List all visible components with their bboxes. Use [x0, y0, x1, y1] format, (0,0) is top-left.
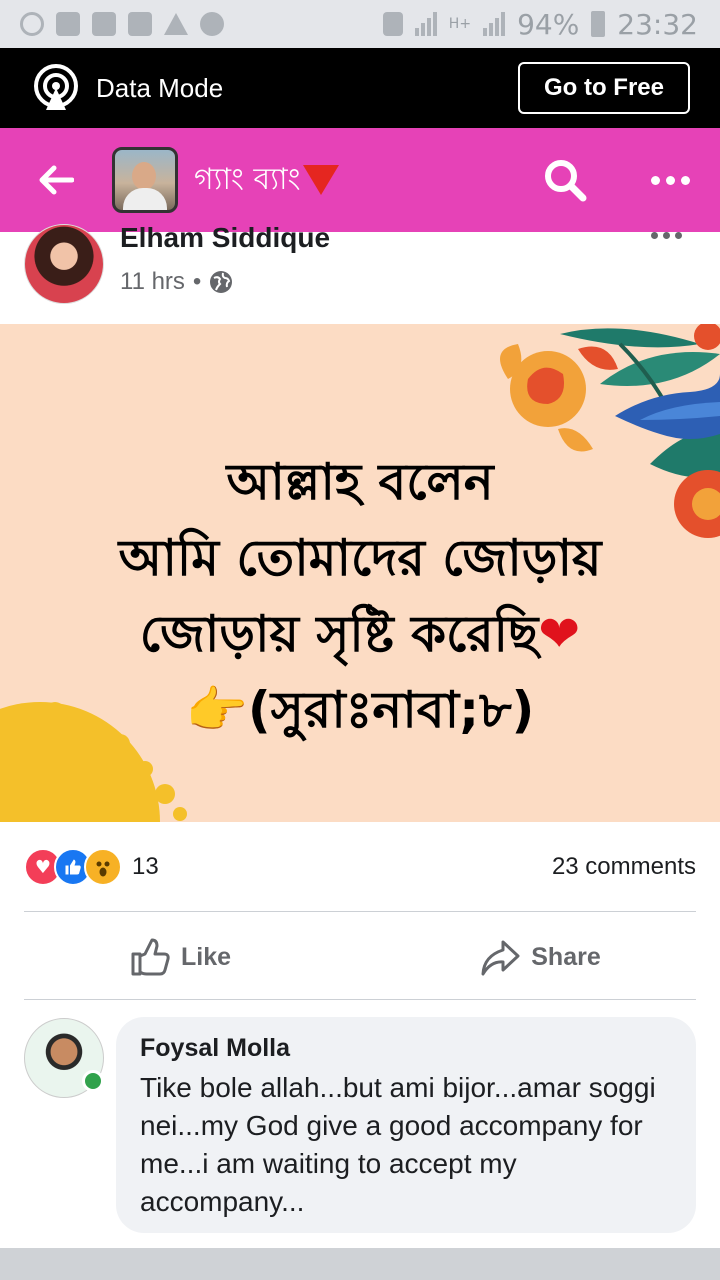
- image-text-line-4-wrap: 👉(সুরাঃনাবা;৮): [0, 672, 720, 748]
- wow-reaction-icon[interactable]: [84, 848, 122, 886]
- online-status-dot: [82, 1070, 104, 1092]
- facebook-notification-icon: [92, 12, 116, 36]
- status-bar-left: [20, 12, 224, 36]
- like-label: Like: [180, 942, 232, 971]
- battery-icon: [591, 11, 606, 37]
- comment-text: Tike bole allah...but ami bijor...amar s…: [140, 1072, 656, 1217]
- like-button[interactable]: Like: [0, 924, 360, 990]
- post-meta: 11 hrs •: [120, 268, 233, 296]
- group-avatar[interactable]: [112, 147, 178, 213]
- app-notification-icon: [56, 12, 80, 36]
- post-image-text: আল্লাহ বলেন আমি তোমাদের জোড়ায় জোড়ায় …: [0, 444, 720, 748]
- do-not-disturb-icon: [20, 12, 44, 36]
- share-arrow-icon: [481, 940, 520, 976]
- red-triangle-icon: [302, 165, 339, 195]
- next-post-separator: [0, 1248, 720, 1280]
- image-text-line-4: (সুরাঃনাবা;৮): [247, 681, 535, 739]
- image-text-line-2: আমি তোমাদের জোড়ায়: [118, 529, 602, 587]
- warning-icon: [164, 13, 188, 35]
- data-mode-bar: Data Mode Go to Free: [0, 48, 720, 128]
- reactions-row: ♥ 13 23 comments: [24, 846, 696, 888]
- image-text-line-1: আল্লাহ বলেন: [226, 453, 494, 511]
- broadcast-icon: [34, 64, 78, 110]
- share-button[interactable]: Share: [360, 924, 720, 990]
- go-to-free-button[interactable]: Go to Free: [518, 62, 690, 114]
- news-notification-icon: [128, 12, 152, 36]
- share-label: Share: [531, 942, 601, 971]
- search-icon[interactable]: [543, 158, 587, 202]
- image-text-line-3: জোড়ায় সৃষ্টি করেছি: [139, 605, 539, 663]
- signal-icon: [414, 12, 437, 36]
- settings-notification-icon: [200, 12, 224, 36]
- status-bar: H+ 94% 23:32: [0, 0, 720, 48]
- network-type: H+: [448, 16, 472, 32]
- group-header: গ্যাং ব্যাং: [0, 128, 720, 232]
- post-image[interactable]: আল্লাহ বলেন আমি তোমাদের জোড়ায় জোড়ায় …: [0, 324, 720, 822]
- image-text-line-3-wrap: জোড়ায় সৃষ্টি করেছি❤: [0, 596, 720, 672]
- post-actions: Like Share: [0, 924, 720, 990]
- battery-percent: 94%: [517, 7, 580, 41]
- comment-bubble[interactable]: Foysal Molla Tike bole allah...but ami b…: [116, 1017, 696, 1233]
- data-mode-label: Data Mode: [96, 72, 224, 103]
- divider-top: [24, 911, 696, 912]
- author-name[interactable]: Elham Siddique: [120, 222, 330, 254]
- sim-icon: [382, 12, 403, 36]
- comment-count[interactable]: 23 comments: [552, 853, 696, 881]
- post-time[interactable]: 11 hrs: [120, 268, 185, 296]
- thumbs-up-icon: [131, 938, 170, 976]
- status-bar-right: H+ 94% 23:32: [382, 7, 698, 41]
- meta-separator: •: [192, 268, 202, 295]
- globe-icon: [210, 271, 233, 293]
- post-header: Elham Siddique 11 hrs •: [0, 222, 720, 324]
- signal-icon-2: [483, 12, 506, 36]
- heart-icon: ❤: [538, 605, 581, 663]
- author-avatar[interactable]: [24, 224, 104, 304]
- group-name[interactable]: গ্যাং ব্যাং: [194, 155, 339, 206]
- divider-bottom: [24, 999, 696, 1000]
- back-arrow-icon[interactable]: [38, 162, 74, 198]
- clock: 23:32: [617, 7, 698, 41]
- reaction-count[interactable]: 13: [132, 853, 159, 881]
- commenter-name[interactable]: Foysal Molla: [140, 1031, 672, 1065]
- more-options-icon[interactable]: [651, 175, 690, 185]
- pointing-hand-icon: 👉: [185, 681, 248, 739]
- post-more-icon[interactable]: [651, 232, 682, 239]
